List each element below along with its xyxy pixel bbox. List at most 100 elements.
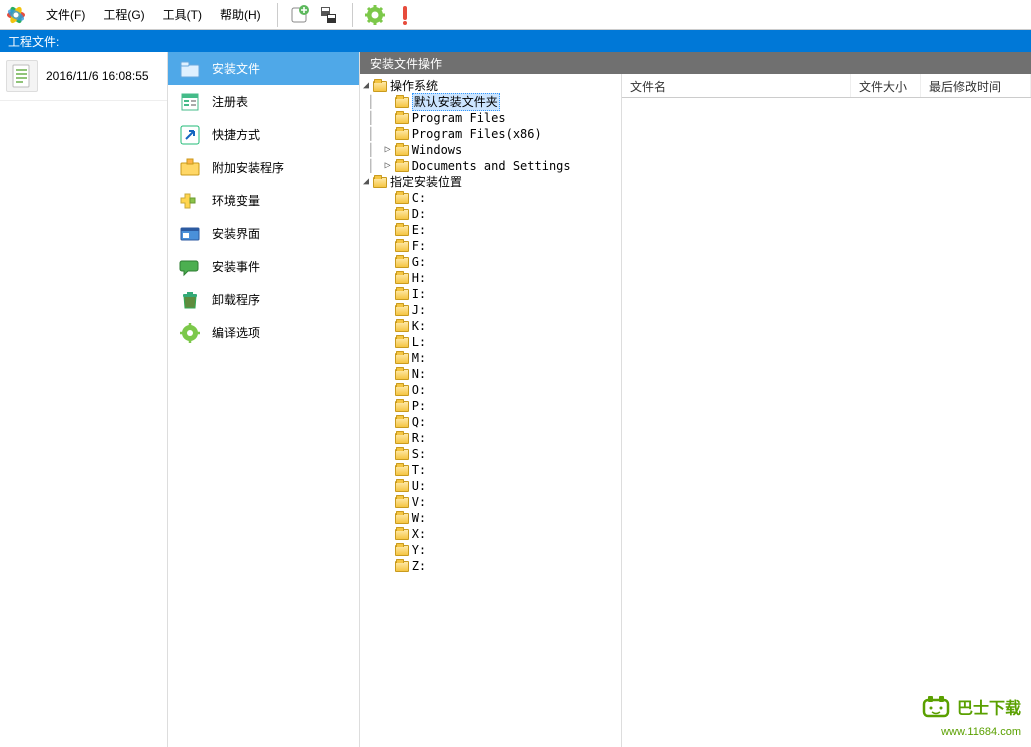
watermark-brand: 巴士下载 xyxy=(957,701,1021,718)
folder-icon xyxy=(394,159,410,173)
folder-icon xyxy=(394,319,410,333)
tree-drive[interactable]: K: xyxy=(360,318,621,334)
tree-label: Program Files xyxy=(412,110,506,126)
header-bar: 工程文件: xyxy=(0,30,1031,52)
content-panel: 安装文件操作 ◢操作系统 │ 默认安装文件夹 │ Program Files │… xyxy=(360,52,1031,747)
tree-drive[interactable]: Q: xyxy=(360,414,621,430)
nav-item-shortcut[interactable]: 快捷方式 xyxy=(168,118,359,151)
nav-item-registry[interactable]: 注册表 xyxy=(168,85,359,118)
nav-panel: 安装文件注册表快捷方式附加安装程序环境变量安装界面安装事件卸载程序编译选项 xyxy=(168,52,360,747)
folder-icon xyxy=(394,287,410,301)
folder-icon xyxy=(394,351,410,365)
menu-project[interactable]: 工程(G) xyxy=(95,2,152,27)
nav-item-ui[interactable]: 安装界面 xyxy=(168,217,359,250)
nav-item-addon[interactable]: 附加安装程序 xyxy=(168,151,359,184)
nav-item-label: 环境变量 xyxy=(212,192,260,209)
folder-icon xyxy=(394,463,410,477)
tree-drive[interactable]: P: xyxy=(360,398,621,414)
folder-icon xyxy=(394,335,410,349)
col-filesize[interactable]: 文件大小 xyxy=(851,74,921,97)
tree-label: Q: xyxy=(412,414,426,430)
tree-label: P: xyxy=(412,398,426,414)
menu-file[interactable]: 文件(F) xyxy=(38,2,93,27)
tree-drive[interactable]: W: xyxy=(360,510,621,526)
tree-root-os[interactable]: ◢ 操作系统 xyxy=(360,78,621,94)
tree-drive[interactable]: S: xyxy=(360,446,621,462)
tree-drive[interactable]: U: xyxy=(360,478,621,494)
tree-toggle-icon[interactable]: ▷ xyxy=(382,158,394,174)
tree-os-child[interactable]: │ ▷Documents and Settings xyxy=(360,158,621,174)
tree-label: X: xyxy=(412,526,426,542)
tree-os-child[interactable]: │ Program Files(x86) xyxy=(360,126,621,142)
folder-tree[interactable]: ◢ 操作系统 │ 默认安装文件夹 │ Program Files │ Progra… xyxy=(360,74,622,747)
tree-drive[interactable]: J: xyxy=(360,302,621,318)
tree-drive[interactable]: D: xyxy=(360,206,621,222)
nav-item-install-files[interactable]: 安装文件 xyxy=(168,52,359,85)
registry-icon xyxy=(178,90,202,114)
tree-drive[interactable]: C: xyxy=(360,190,621,206)
nav-item-uninstall[interactable]: 卸载程序 xyxy=(168,283,359,316)
project-item[interactable]: 2016/11/6 16:08:55 xyxy=(0,52,167,101)
tree-label: M: xyxy=(412,350,426,366)
list-header: 文件名 文件大小 最后修改时间 xyxy=(622,74,1031,98)
tree-drive[interactable]: Z: xyxy=(360,558,621,574)
ui-icon xyxy=(178,222,202,246)
tree-label: Program Files(x86) xyxy=(412,126,542,142)
menu-separator xyxy=(352,3,353,27)
app-logo-icon xyxy=(4,3,28,27)
tree-drive[interactable]: Y: xyxy=(360,542,621,558)
folder-icon xyxy=(394,511,410,525)
nav-item-compile[interactable]: 编译选项 xyxy=(168,316,359,349)
nav-item-events[interactable]: 安装事件 xyxy=(168,250,359,283)
tree-drive[interactable]: X: xyxy=(360,526,621,542)
tree-drive[interactable]: O: xyxy=(360,382,621,398)
folder-icon xyxy=(372,175,388,189)
build-button[interactable] xyxy=(361,1,389,29)
tree-drive[interactable]: M: xyxy=(360,350,621,366)
menu-tools[interactable]: 工具(T) xyxy=(155,2,210,27)
compile-icon xyxy=(178,321,202,345)
tree-drive[interactable]: N: xyxy=(360,366,621,382)
col-modified[interactable]: 最后修改时间 xyxy=(921,74,1031,97)
tree-os-child[interactable]: │ 默认安装文件夹 xyxy=(360,94,621,110)
tree-label: 操作系统 xyxy=(390,78,438,94)
tree-drive[interactable]: L: xyxy=(360,334,621,350)
tree-drive[interactable]: F: xyxy=(360,238,621,254)
tree-label: Z: xyxy=(412,558,426,574)
tree-drive[interactable]: I: xyxy=(360,286,621,302)
folder-icon xyxy=(394,303,410,317)
tree-toggle-icon[interactable]: ▷ xyxy=(382,142,394,158)
tree-drive[interactable]: G: xyxy=(360,254,621,270)
col-filename[interactable]: 文件名 xyxy=(622,74,851,97)
nav-item-label: 附加安装程序 xyxy=(212,159,284,176)
tree-label: Y: xyxy=(412,542,426,558)
about-button[interactable] xyxy=(391,1,419,29)
tree-root-drives[interactable]: ◢指定安装位置 xyxy=(360,174,621,190)
menubar: 文件(F) 工程(G) 工具(T) 帮助(H) xyxy=(0,0,1031,30)
folder-icon xyxy=(394,383,410,397)
tree-drive[interactable]: T: xyxy=(360,462,621,478)
events-icon xyxy=(178,255,202,279)
tree-label: N: xyxy=(412,366,426,382)
project-list-panel: 2016/11/6 16:08:55 xyxy=(0,52,168,747)
save-button[interactable] xyxy=(316,1,344,29)
tree-toggle-icon[interactable]: ◢ xyxy=(360,174,372,190)
folder-icon xyxy=(372,79,388,93)
tree-drive[interactable]: H: xyxy=(360,270,621,286)
tree-drive[interactable]: E: xyxy=(360,222,621,238)
nav-item-label: 注册表 xyxy=(212,93,248,110)
tree-os-child[interactable]: │ Program Files xyxy=(360,110,621,126)
new-project-button[interactable] xyxy=(286,1,314,29)
tree-drive[interactable]: V: xyxy=(360,494,621,510)
nav-item-label: 安装事件 xyxy=(212,258,260,275)
tree-toggle-icon[interactable]: ◢ xyxy=(360,78,372,94)
tree-drive[interactable]: R: xyxy=(360,430,621,446)
nav-item-env[interactable]: 环境变量 xyxy=(168,184,359,217)
tree-label: D: xyxy=(412,206,426,222)
tree-label: F: xyxy=(412,238,426,254)
tree-os-child[interactable]: │ ▷Windows xyxy=(360,142,621,158)
menu-help[interactable]: 帮助(H) xyxy=(212,2,269,27)
tree-label: U: xyxy=(412,478,426,494)
project-file-icon xyxy=(6,60,38,92)
project-date: 2016/11/6 16:08:55 xyxy=(46,69,149,83)
